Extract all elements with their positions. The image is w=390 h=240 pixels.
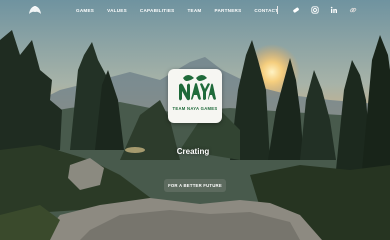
logo-tagline: TEAM NAYA GAMES <box>172 106 218 111</box>
main-menu: GAMES VALUES CAPABILITIES TEAM PARTNERS … <box>76 0 278 20</box>
nav-divider <box>277 6 278 14</box>
cta-label: FOR A BETTER FUTURE <box>168 183 222 188</box>
naya-logo-icon[interactable] <box>27 4 43 16</box>
nav-team[interactable]: TEAM <box>187 8 201 13</box>
game-controller-icon[interactable] <box>291 5 300 14</box>
hero-headline: Creating <box>176 147 210 156</box>
nav-values[interactable]: VALUES <box>107 8 127 13</box>
hero-section: GAMES VALUES CAPABILITIES TEAM PARTNERS … <box>0 0 390 240</box>
nav-partners[interactable]: PARTNERS <box>214 8 241 13</box>
nav-capabilities[interactable]: CAPABILITIES <box>140 8 175 13</box>
instagram-icon[interactable] <box>310 5 319 14</box>
naya-emblem-icon <box>179 75 216 101</box>
link-icon[interactable] <box>348 5 357 14</box>
linkedin-icon[interactable] <box>329 5 338 14</box>
nav-contact[interactable]: CONTACT <box>254 8 278 13</box>
for-a-better-future-button[interactable]: FOR A BETTER FUTURE <box>164 179 226 192</box>
center-logo-card: TEAM NAYA GAMES <box>168 69 222 123</box>
top-navigation: GAMES VALUES CAPABILITIES TEAM PARTNERS … <box>0 0 390 20</box>
nav-games[interactable]: GAMES <box>76 8 94 13</box>
